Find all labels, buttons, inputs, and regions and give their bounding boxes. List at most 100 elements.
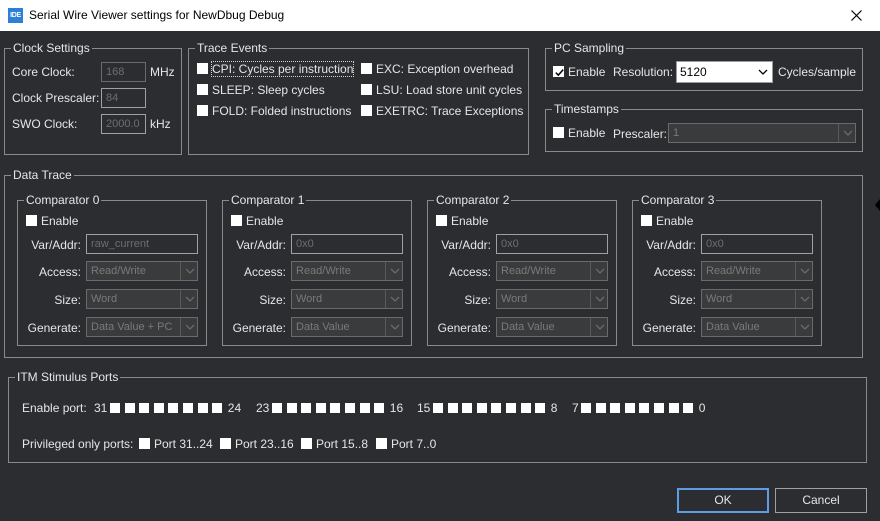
port-checkbox[interactable] xyxy=(110,403,120,413)
core-clock-label: Core Clock: xyxy=(12,65,75,79)
core-clock-unit: MHz xyxy=(150,65,175,79)
comparator-0-size-dropdown-button[interactable] xyxy=(180,290,197,308)
port-checkbox[interactable] xyxy=(330,403,341,413)
comparator-0-size-select[interactable]: Word xyxy=(86,289,198,309)
comparator-3-access-dropdown-button[interactable] xyxy=(795,262,812,280)
comparator-1-size-dropdown-button[interactable] xyxy=(385,290,402,308)
pc-sampling-enable-checkbox[interactable] xyxy=(553,66,564,77)
comparator-0-size-value: Word xyxy=(91,293,118,305)
port-group-0-start: 31 xyxy=(94,401,108,415)
comparator-1-access-dropdown-button[interactable] xyxy=(385,262,402,280)
port-checkbox[interactable] xyxy=(595,403,606,413)
comparator-1-access-select[interactable]: Read/Write xyxy=(291,261,403,281)
port-checkbox[interactable] xyxy=(520,403,531,413)
port-checkbox[interactable] xyxy=(359,403,370,413)
comparator-1-enable-checkbox[interactable] xyxy=(231,215,242,226)
port-checkbox[interactable] xyxy=(345,403,355,413)
comparator-2-size-select[interactable]: Word xyxy=(496,289,608,309)
privileged-port-3-checkbox[interactable] xyxy=(376,438,387,449)
ok-button[interactable]: OK xyxy=(677,488,769,513)
port-checkbox[interactable] xyxy=(124,403,135,413)
cycles-per-sample-label: Cycles/sample xyxy=(778,65,857,79)
port-checkbox[interactable] xyxy=(624,403,635,413)
comparator-3-enable-checkbox[interactable] xyxy=(641,215,652,226)
port-checkbox[interactable] xyxy=(272,403,282,413)
comparator-0-enable-checkbox[interactable] xyxy=(26,215,37,226)
comparator-1-var-addr-field[interactable]: 0x0 xyxy=(291,234,403,254)
lsu-checkbox[interactable] xyxy=(361,84,372,95)
comparator-2-access-dropdown-button[interactable] xyxy=(590,262,607,280)
port-checkbox[interactable] xyxy=(581,403,591,413)
exetrc-checkbox[interactable] xyxy=(361,105,372,116)
comparator-2-enable-checkbox[interactable] xyxy=(436,215,447,226)
comparator-2-generate-select[interactable]: Data Value xyxy=(496,317,608,337)
comparator-1-access-value: Read/Write xyxy=(296,265,351,277)
fold-checkbox[interactable] xyxy=(197,105,208,116)
port-group-1-end: 16 xyxy=(389,401,404,415)
chevron-down-icon xyxy=(595,268,605,274)
port-checkbox[interactable] xyxy=(610,403,621,413)
comparator-3-generate-select[interactable]: Data Value xyxy=(701,317,813,337)
port-checkbox[interactable] xyxy=(506,403,516,413)
comparator-3-var-addr-field[interactable]: 0x0 xyxy=(701,234,813,254)
port-checkbox[interactable] xyxy=(168,403,179,413)
comparator-0-generate-dropdown-button[interactable] xyxy=(180,318,197,336)
port-checkbox[interactable] xyxy=(315,403,326,413)
comparator-1-generate-select[interactable]: Data Value xyxy=(291,317,403,337)
port-checkbox[interactable] xyxy=(683,403,694,413)
port-checkbox[interactable] xyxy=(654,403,664,413)
privileged-port-0-checkbox[interactable] xyxy=(139,438,150,449)
comparator-1-size-select[interactable]: Word xyxy=(291,289,403,309)
clock-prescaler-field[interactable]: 84 xyxy=(101,88,146,108)
sleep-checkbox[interactable] xyxy=(197,84,208,95)
comparator-3-size-dropdown-button[interactable] xyxy=(795,290,812,308)
comparator-3-generate-value: Data Value xyxy=(706,321,760,333)
port-checkbox[interactable] xyxy=(153,403,164,413)
cpi-checkbox[interactable] xyxy=(197,63,208,74)
cancel-button[interactable]: Cancel xyxy=(775,488,867,513)
comparator-2-var-addr-field[interactable]: 0x0 xyxy=(496,234,608,254)
port-checkbox[interactable] xyxy=(535,403,546,413)
port-checkbox[interactable] xyxy=(301,403,312,413)
port-checkbox[interactable] xyxy=(286,403,297,413)
privileged-port-1-checkbox[interactable] xyxy=(220,438,231,449)
comparator-3-size-label: Size: xyxy=(669,293,696,307)
timestamps-enable-checkbox[interactable] xyxy=(553,127,564,138)
comparator-1-generate-dropdown-button[interactable] xyxy=(385,318,402,336)
timestamps-prescaler-label: Prescaler: xyxy=(613,127,668,141)
cpi-label: CPI: Cycles per instruction xyxy=(210,61,355,77)
port-checkbox[interactable] xyxy=(212,403,223,413)
port-checkbox[interactable] xyxy=(447,403,458,413)
comparator-3-access-select[interactable]: Read/Write xyxy=(701,261,813,281)
core-clock-field[interactable]: 168 xyxy=(101,62,146,82)
port-checkbox[interactable] xyxy=(462,403,473,413)
resolution-dropdown-button[interactable] xyxy=(753,62,772,82)
port-checkbox[interactable] xyxy=(639,403,650,413)
comparator-0-var-addr-field[interactable]: raw_current xyxy=(86,234,198,254)
resolution-select[interactable]: 5120 xyxy=(676,61,773,83)
comparator-2-generate-dropdown-button[interactable] xyxy=(590,318,607,336)
port-checkbox[interactable] xyxy=(433,403,443,413)
comparator-0-access-dropdown-button[interactable] xyxy=(180,262,197,280)
port-checkbox[interactable] xyxy=(197,403,208,413)
comparator-2-access-value: Read/Write xyxy=(501,265,556,277)
comparator-0-access-select[interactable]: Read/Write xyxy=(86,261,198,281)
chevron-down-icon xyxy=(595,296,605,302)
exc-checkbox[interactable] xyxy=(361,63,372,74)
comparator-0-generate-select[interactable]: Data Value + PC xyxy=(86,317,198,337)
comparator-2-access-select[interactable]: Read/Write xyxy=(496,261,608,281)
port-checkbox[interactable] xyxy=(183,403,193,413)
port-checkbox[interactable] xyxy=(374,403,385,413)
port-checkbox[interactable] xyxy=(668,403,679,413)
timestamps-prescaler-dropdown-button[interactable] xyxy=(838,124,855,142)
swo-clock-field[interactable]: 2000.0 xyxy=(101,114,146,134)
timestamps-prescaler-select[interactable]: 1 xyxy=(668,123,856,143)
comparator-3-size-select[interactable]: Word xyxy=(701,289,813,309)
comparator-2-size-dropdown-button[interactable] xyxy=(590,290,607,308)
port-checkbox[interactable] xyxy=(139,403,150,413)
port-checkbox[interactable] xyxy=(476,403,487,413)
privileged-port-2-checkbox[interactable] xyxy=(301,438,312,449)
port-checkbox[interactable] xyxy=(491,403,502,413)
comparator-3-generate-dropdown-button[interactable] xyxy=(795,318,812,336)
close-button[interactable] xyxy=(834,0,880,31)
